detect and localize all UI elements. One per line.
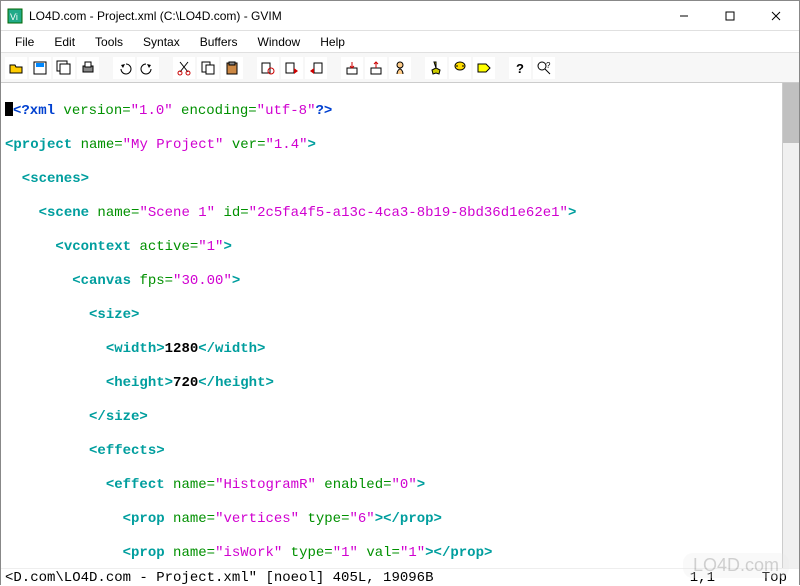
- menu-tools[interactable]: Tools: [85, 33, 133, 51]
- text-editor[interactable]: <?xml version="1.0" encoding="utf-8"?> <…: [1, 83, 782, 568]
- menu-edit[interactable]: Edit: [44, 33, 85, 51]
- menu-buffers[interactable]: Buffers: [190, 33, 248, 51]
- title-bar: Vi LO4D.com - Project.xml (C:\LO4D.com) …: [1, 1, 799, 31]
- find-prev-icon[interactable]: [305, 57, 327, 79]
- close-button[interactable]: [753, 1, 799, 31]
- app-icon: Vi: [7, 8, 23, 24]
- svg-text:?: ?: [546, 61, 551, 70]
- menu-syntax[interactable]: Syntax: [133, 33, 190, 51]
- find-help-icon[interactable]: ?: [533, 57, 555, 79]
- paste-icon[interactable]: [221, 57, 243, 79]
- save-all-icon[interactable]: [53, 57, 75, 79]
- run-script-icon[interactable]: [389, 57, 411, 79]
- status-pos: Top: [735, 570, 795, 586]
- menu-help[interactable]: Help: [310, 33, 355, 51]
- menu-file[interactable]: File: [5, 33, 44, 51]
- load-session-icon[interactable]: [341, 57, 363, 79]
- status-bar: <D.com\LO4D.com - Project.xml" [noeol] 4…: [1, 568, 799, 586]
- undo-icon[interactable]: [113, 57, 135, 79]
- scrollbar-thumb[interactable]: [783, 83, 799, 143]
- copy-icon[interactable]: [197, 57, 219, 79]
- toolbar: ? ?: [1, 53, 799, 83]
- menu-bar: File Edit Tools Syntax Buffers Window He…: [1, 31, 799, 53]
- vertical-scrollbar[interactable]: [782, 83, 799, 568]
- find-replace-icon[interactable]: [257, 57, 279, 79]
- redo-icon[interactable]: [137, 57, 159, 79]
- svg-text:Vi: Vi: [10, 12, 18, 22]
- find-next-icon[interactable]: [281, 57, 303, 79]
- minimize-button[interactable]: [661, 1, 707, 31]
- save-session-icon[interactable]: [365, 57, 387, 79]
- status-cursor: 1,1: [615, 570, 735, 586]
- open-icon[interactable]: [5, 57, 27, 79]
- cut-icon[interactable]: [173, 57, 195, 79]
- shell-icon[interactable]: [449, 57, 471, 79]
- save-icon[interactable]: [29, 57, 51, 79]
- help-icon[interactable]: ?: [509, 57, 531, 79]
- maximize-button[interactable]: [707, 1, 753, 31]
- svg-text:?: ?: [516, 61, 524, 76]
- window-title: LO4D.com - Project.xml (C:\LO4D.com) - G…: [29, 9, 661, 23]
- menu-window[interactable]: Window: [248, 33, 311, 51]
- tags-icon[interactable]: [473, 57, 495, 79]
- status-file: <D.com\LO4D.com - Project.xml" [noeol] 4…: [5, 570, 615, 586]
- make-icon[interactable]: [425, 57, 447, 79]
- print-icon[interactable]: [77, 57, 99, 79]
